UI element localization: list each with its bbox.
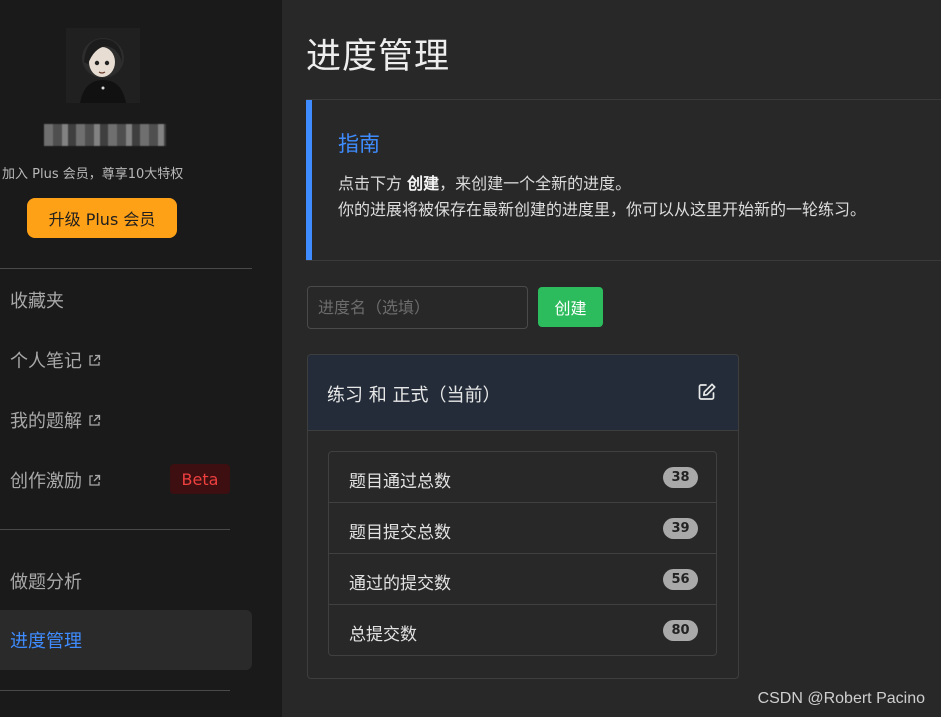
count-badge: 38 — [663, 467, 698, 488]
guide-panel: 指南 点击下方 创建，来创建一个全新的进度。 你的进展将被保存在最新创建的进度里… — [306, 99, 941, 261]
progress-card-header: 练习 和 正式（当前） — [308, 355, 738, 431]
guide-title: 指南 — [338, 132, 380, 156]
sidebar-item-favorites[interactable]: 收藏夹 — [0, 270, 252, 330]
sidebar: 加入 Plus 会员，尊享10大特权 升级 Plus 会员 收藏夹 个人笔记 我… — [0, 0, 282, 717]
avatar[interactable] — [66, 28, 140, 103]
count-badge: 56 — [663, 569, 698, 590]
progress-name-input[interactable] — [307, 286, 528, 329]
guide-text-line: 你的进展将被保存在最新创建的进度里，你可以从这里开始新的一轮练习。 — [338, 200, 867, 219]
guide-accent-bar — [306, 100, 312, 260]
sidebar-divider — [0, 268, 252, 269]
sidebar-divider — [0, 690, 230, 691]
guide-text-prefix: 点击下方 — [338, 174, 408, 193]
sidebar-item-label: 我的题解 — [10, 411, 82, 432]
stat-label: 通过的提交数 — [349, 574, 451, 594]
upgrade-plus-button[interactable]: 升级 Plus 会员 — [27, 198, 177, 238]
stats-list: 题目通过总数 38 题目提交总数 39 通过的提交数 56 总提交数 80 — [328, 451, 717, 656]
stat-label: 总提交数 — [349, 625, 417, 645]
stat-label: 题目通过总数 — [349, 472, 451, 492]
progress-card-title: 练习 和 正式（当前） — [327, 385, 501, 406]
sidebar-item-label: 个人笔记 — [10, 351, 82, 372]
list-item: 通过的提交数 56 — [329, 554, 716, 605]
stat-label: 题目提交总数 — [349, 523, 451, 543]
sidebar-item-analysis[interactable]: 做题分析 — [0, 551, 252, 611]
username-redacted — [44, 124, 166, 146]
watermark: CSDN @Robert Pacino — [757, 690, 925, 707]
external-link-icon — [88, 354, 101, 367]
create-button[interactable]: 创建 — [538, 287, 603, 327]
external-link-icon — [88, 474, 101, 487]
progress-card: 练习 和 正式（当前） 题目通过总数 38 题目提交总数 39 通过的提交数 5… — [307, 354, 739, 679]
sidebar-divider — [0, 529, 230, 530]
beta-badge: Beta — [170, 464, 230, 494]
count-badge: 39 — [663, 518, 698, 539]
list-item: 总提交数 80 — [329, 605, 716, 655]
sidebar-item-label: 收藏夹 — [10, 291, 64, 312]
plus-membership-text: 加入 Plus 会员，尊享10大特权 — [2, 167, 184, 182]
edit-icon[interactable] — [697, 382, 717, 402]
external-link-icon — [88, 414, 101, 427]
sidebar-item-label: 做题分析 — [10, 572, 82, 593]
sidebar-item-progress[interactable]: 进度管理 — [0, 610, 252, 670]
sidebar-item-notes[interactable]: 个人笔记 — [0, 330, 252, 390]
list-item: 题目提交总数 39 — [329, 503, 716, 554]
sidebar-item-label: 进度管理 — [10, 631, 82, 652]
sidebar-item-label: 创作激励 — [10, 471, 82, 492]
guide-text-line: 点击下方 创建，来创建一个全新的进度。 — [338, 170, 631, 194]
count-badge: 80 — [663, 620, 698, 641]
page-title: 进度管理 — [306, 37, 451, 77]
list-item: 题目通过总数 38 — [329, 452, 716, 503]
app-window: 加入 Plus 会员，尊享10大特权 升级 Plus 会员 收藏夹 个人笔记 我… — [0, 0, 941, 717]
guide-text-suffix: ，来创建一个全新的进度。 — [439, 174, 632, 193]
sidebar-item-solutions[interactable]: 我的题解 — [0, 390, 252, 450]
guide-text-bold: 创建 — [407, 174, 440, 193]
